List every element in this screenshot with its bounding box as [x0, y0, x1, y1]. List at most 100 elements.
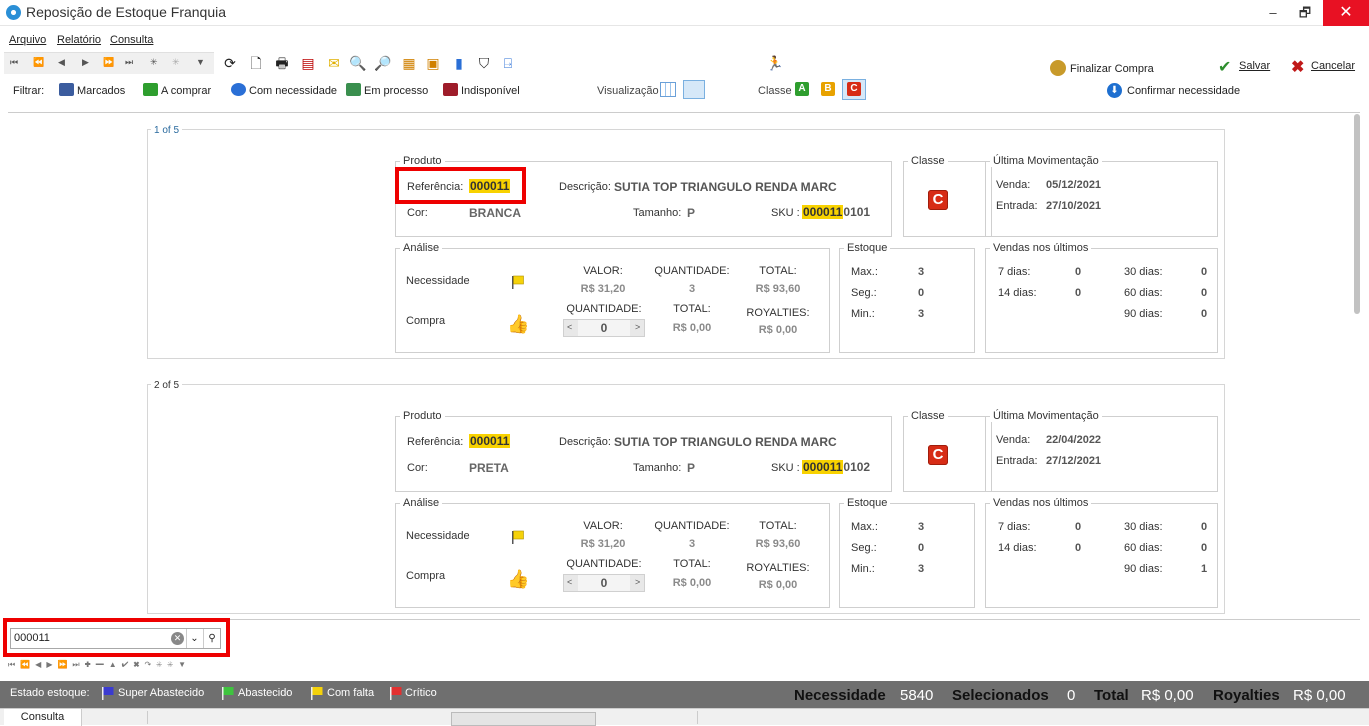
classe-a-button[interactable]: A: [795, 82, 809, 96]
increment-button[interactable]: >: [635, 577, 640, 587]
search-input[interactable]: 000011: [14, 632, 50, 644]
menu-bar: Arquivo Relatório Consulta: [0, 30, 1369, 50]
clear-icon[interactable]: ✕: [171, 632, 184, 645]
entrada-label: Entrada:: [996, 455, 1038, 467]
quantidade-label: QUANTIDADE:: [654, 520, 730, 532]
descricao-value: SUTIA TOP TRIANGULO RENDA MARC: [614, 180, 837, 194]
compra-label: Compra: [406, 315, 446, 327]
quantidade-value: 3: [688, 538, 696, 550]
produto-title: Produto: [400, 410, 445, 422]
filter-marcados[interactable]: Marcados: [59, 83, 125, 99]
d90-label: 90 dias:: [1124, 308, 1163, 320]
filter-nav-icon[interactable]: ▼: [196, 57, 205, 67]
export-icon[interactable]: ▤: [299, 54, 317, 72]
max-label: Max.:: [851, 266, 878, 278]
preview-icon[interactable]: 🗋: [247, 54, 265, 72]
venda-label: Venda:: [996, 179, 1031, 191]
venda-label: Venda:: [996, 434, 1031, 446]
quantity-stepper[interactable]: < 0 >: [563, 319, 645, 337]
tab-consulta[interactable]: Consulta: [4, 709, 82, 726]
filter-com-necessidade[interactable]: Com necessidade: [231, 83, 337, 99]
search-icon[interactable]: ⚲: [203, 629, 220, 648]
d14-label: 14 dias:: [998, 542, 1037, 554]
first-record-icon[interactable]: ⏮: [10, 57, 18, 68]
lower-record-navigator[interactable]: ⏮⏪◀▶⏩⏭✚━▲✔✖↷✳✳▼: [8, 660, 263, 672]
exit-door-icon[interactable]: ⍈: [499, 54, 517, 72]
runner-icon[interactable]: 🏃: [766, 54, 784, 72]
quantity-input[interactable]: 0: [578, 575, 630, 591]
vendas-group: Vendas nos últimos 7 dias: 0 14 dias: 0 …: [985, 497, 1218, 608]
next-page-icon[interactable]: ⏩: [103, 57, 114, 68]
quantity-stepper[interactable]: < 0 >: [563, 574, 645, 592]
necessidade-total-label: Necessidade: [794, 687, 886, 704]
form-icon[interactable]: ▣: [424, 54, 442, 72]
necessidade-label: Necessidade: [406, 275, 470, 287]
filter-icon[interactable]: ⛉: [475, 54, 493, 72]
salvar-button[interactable]: Salvar: [1239, 60, 1270, 72]
legend-com-falta: Com falta: [327, 687, 375, 699]
selecionados-label: Selecionados: [952, 687, 1049, 704]
classe-b-button[interactable]: B: [821, 82, 835, 96]
quantity-input[interactable]: 0: [578, 320, 630, 336]
descricao-label: Descrição:: [559, 181, 611, 193]
quantidade-label: QUANTIDADE:: [654, 265, 730, 277]
royalties-label: ROYALTIES:: [746, 562, 810, 574]
increment-button[interactable]: >: [635, 322, 640, 332]
zoom-out-icon[interactable]: 🔎: [374, 54, 392, 72]
entrada-label: Entrada:: [996, 200, 1038, 212]
goto-bookmark-icon[interactable]: ✳: [172, 57, 180, 68]
seg-label: Seg.:: [851, 287, 877, 299]
flag-red-icon: [390, 687, 402, 700]
decrement-button[interactable]: <: [567, 322, 572, 332]
compra-quantidade-label: QUANTIDADE:: [566, 558, 642, 570]
filter-indisponivel[interactable]: Indisponível: [443, 83, 520, 99]
menu-consulta[interactable]: Consulta: [110, 34, 153, 46]
classe-c-button[interactable]: C: [847, 82, 861, 96]
horizontal-scroll-thumb[interactable]: [451, 712, 596, 726]
filter-em-processo[interactable]: Em processo: [346, 83, 428, 99]
menu-arquivo[interactable]: Arquivo: [9, 34, 46, 46]
finalizar-compra-button[interactable]: Finalizar Compra: [1070, 63, 1154, 75]
dropdown-icon[interactable]: ⌄: [186, 629, 202, 648]
d30-label: 30 dias:: [1124, 266, 1163, 278]
ultima-movimentacao-group: Última Movimentação Venda: 22/04/2022 En…: [985, 410, 1218, 492]
info-icon: [231, 83, 246, 96]
min-value: 3: [918, 308, 925, 320]
estoque-title: Estoque: [844, 242, 891, 254]
confirmar-necessidade-button[interactable]: Confirmar necessidade: [1127, 85, 1240, 97]
compra-total-value: R$ 0,00: [672, 577, 712, 589]
search-box[interactable]: 000011 ✕ ⌄ ⚲: [10, 628, 221, 649]
entrada-value: 27/10/2021: [1046, 200, 1102, 212]
close-button[interactable]: ✕: [1323, 0, 1369, 26]
restore-button[interactable]: 🗗: [1290, 0, 1320, 26]
grid-view-icon[interactable]: [660, 82, 676, 97]
prev-page-icon[interactable]: ⏪: [33, 57, 44, 68]
table-icon[interactable]: ▦: [400, 54, 418, 72]
mail-icon[interactable]: ✉: [325, 54, 343, 72]
chart-icon[interactable]: ▮: [450, 54, 468, 72]
estoque-title: Estoque: [844, 497, 891, 509]
sku-rest: 0101: [843, 205, 871, 219]
next-record-icon[interactable]: ▶: [82, 57, 89, 68]
d7-value: 0: [1075, 521, 1082, 533]
minimize-button[interactable]: –: [1258, 0, 1288, 26]
thumbs-up-icon: 👍: [507, 569, 530, 589]
sku-value: 0000110101: [802, 205, 890, 219]
refresh-icon[interactable]: ⟳: [221, 54, 239, 72]
prev-record-icon[interactable]: ◀: [58, 57, 65, 68]
bookmark-icon[interactable]: ✳: [150, 57, 158, 68]
d7-label: 7 dias:: [998, 266, 1031, 278]
card-view-icon[interactable]: [683, 80, 705, 99]
tab-divider: [697, 711, 698, 724]
last-record-icon[interactable]: ⏭: [125, 57, 133, 68]
list-icon: [59, 83, 74, 96]
menu-relatorio[interactable]: Relatório: [57, 34, 101, 46]
decrement-button[interactable]: <: [567, 577, 572, 587]
print-icon[interactable]: 🖶: [273, 54, 291, 72]
filter-a-comprar[interactable]: A comprar: [143, 83, 211, 99]
cancelar-button[interactable]: Cancelar: [1311, 60, 1355, 72]
zoom-in-icon[interactable]: 🔍: [349, 54, 367, 72]
vertical-scrollbar[interactable]: [1354, 114, 1360, 314]
filter-label: Filtrar:: [13, 85, 45, 97]
cancel-x-icon: ✖: [1291, 59, 1305, 76]
